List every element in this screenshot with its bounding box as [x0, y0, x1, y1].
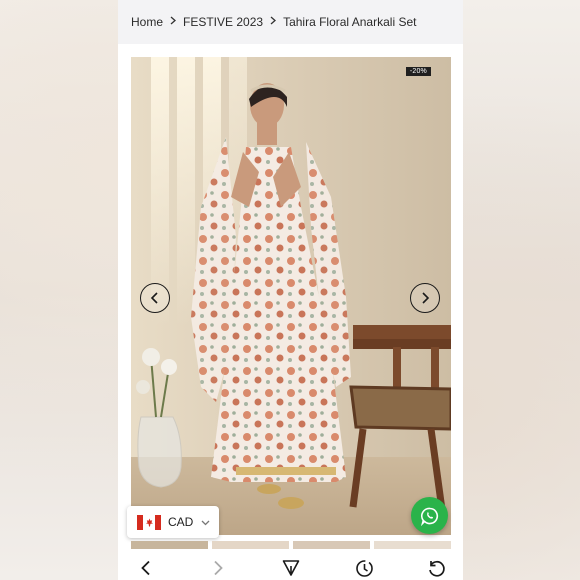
- product-image-gallery[interactable]: -20%: [131, 57, 451, 535]
- chevron-right-icon: [270, 16, 277, 28]
- currency-selector[interactable]: CAD: [127, 506, 219, 538]
- currency-code: CAD: [168, 515, 194, 529]
- forward-arrow-icon: [214, 560, 223, 576]
- chevron-right-icon: [170, 16, 177, 28]
- mobile-page: Home FESTIVE 2023 Tahira Floral Anarkali…: [118, 0, 463, 580]
- reload-icon: [428, 560, 445, 577]
- discount-badge: -20%: [405, 67, 431, 76]
- forward-button[interactable]: [207, 557, 229, 579]
- breadcrumb-current: Tahira Floral Anarkali Set: [283, 15, 417, 29]
- chevron-left-icon: [150, 292, 158, 304]
- reload-button[interactable]: [425, 557, 447, 579]
- whatsapp-chat-button[interactable]: [411, 497, 448, 534]
- browser-toolbar: [118, 552, 463, 580]
- chevron-down-icon: [201, 515, 210, 529]
- gallery-prev-button[interactable]: [140, 283, 170, 313]
- product-photo: [131, 57, 451, 535]
- back-button[interactable]: [135, 557, 157, 579]
- share-button[interactable]: [280, 557, 302, 579]
- whatsapp-icon: [420, 507, 438, 526]
- thumbnail[interactable]: [131, 541, 208, 549]
- thumbnail-strip: [131, 541, 451, 549]
- canada-flag-icon: [137, 514, 161, 530]
- gallery-next-button[interactable]: [410, 283, 440, 313]
- breadcrumb-home[interactable]: Home: [131, 15, 163, 29]
- history-button[interactable]: [353, 557, 375, 579]
- thumbnail[interactable]: [212, 541, 289, 549]
- breadcrumb-collection[interactable]: FESTIVE 2023: [183, 15, 263, 29]
- share-send-icon: [282, 560, 300, 576]
- history-icon: [355, 559, 373, 577]
- chevron-right-icon: [422, 292, 430, 304]
- thumbnail[interactable]: [374, 541, 451, 549]
- breadcrumb: Home FESTIVE 2023 Tahira Floral Anarkali…: [118, 0, 463, 44]
- thumbnail[interactable]: [293, 541, 370, 549]
- back-arrow-icon: [141, 560, 150, 576]
